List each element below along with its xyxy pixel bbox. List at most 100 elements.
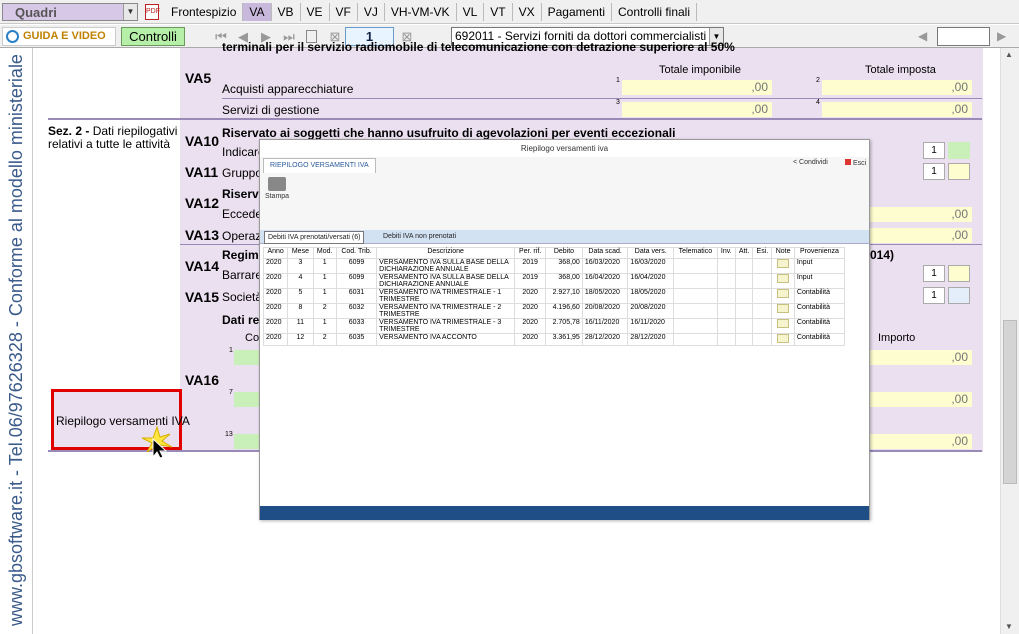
table-row[interactable]: 2020 5 1 6031 VERSAMENTO IVA TRIMESTRALE… bbox=[262, 288, 846, 304]
col-esi[interactable]: Esi. bbox=[752, 247, 773, 259]
tab-pagamenti[interactable]: Pagamenti bbox=[542, 3, 612, 21]
search-icon bbox=[6, 30, 19, 43]
va10-checkbox[interactable] bbox=[948, 142, 970, 159]
controlli-button[interactable]: Controlli bbox=[121, 27, 185, 46]
va15-checkbox[interactable] bbox=[948, 287, 970, 304]
cell-vers: 20/08/2020 bbox=[627, 303, 675, 319]
tab-vj[interactable]: VJ bbox=[358, 3, 385, 21]
va5-field-2[interactable]: ,00 bbox=[822, 80, 972, 95]
cell-esi bbox=[752, 258, 773, 274]
chevron-down-icon[interactable]: ▼ bbox=[123, 4, 137, 20]
scroll-down-icon[interactable]: ▼ bbox=[1005, 622, 1013, 631]
cell-note bbox=[771, 303, 795, 319]
col-mod[interactable]: Mod. bbox=[312, 247, 337, 259]
cell-cod: 6032 bbox=[335, 303, 378, 319]
divider bbox=[222, 98, 982, 99]
note-icon[interactable] bbox=[777, 319, 790, 328]
tab-vt[interactable]: VT bbox=[484, 3, 513, 21]
table-row[interactable]: 2020 11 1 6033 VERSAMENTO IVA TRIMESTRAL… bbox=[262, 318, 846, 334]
va5-field-1[interactable]: ,00 bbox=[622, 80, 772, 95]
col-per-rif[interactable]: Per. rif. bbox=[514, 247, 547, 259]
table-row[interactable]: 2020 4 1 6099 VERSAMENTO IVA SULLA BASE … bbox=[262, 273, 846, 289]
tab-prenotati[interactable]: Debiti IVA prenotati/versati (6) bbox=[264, 231, 365, 244]
tab-vl[interactable]: VL bbox=[457, 3, 485, 21]
table-row[interactable]: 2020 3 1 6099 VERSAMENTO IVA SULLA BASE … bbox=[262, 258, 846, 274]
cell-note bbox=[771, 333, 795, 346]
va11-code: VA11 bbox=[185, 164, 219, 180]
col-note[interactable]: Note bbox=[771, 247, 795, 259]
tab-controlli-finali[interactable]: Controlli finali bbox=[612, 3, 698, 21]
cell-scad: 20/08/2020 bbox=[581, 303, 629, 319]
col-att[interactable]: Att. bbox=[734, 247, 754, 259]
cell-prov: Input bbox=[793, 258, 846, 274]
cell-note bbox=[771, 273, 795, 289]
cell-anno: 2020 bbox=[262, 303, 289, 319]
cell-mese: 12 bbox=[287, 333, 314, 346]
quadri-dropdown[interactable]: Quadri ▼ bbox=[2, 3, 138, 21]
tab-vh-vm-vk[interactable]: VH-VM-VK bbox=[385, 3, 457, 21]
va5-field-4[interactable]: ,00 bbox=[822, 102, 972, 117]
tab-va[interactable]: VA bbox=[243, 3, 272, 21]
scroll-right-icon[interactable]: ▶ bbox=[997, 29, 1006, 43]
cell-scad: 16/11/2020 bbox=[581, 318, 629, 334]
va5-field-3[interactable]: ,00 bbox=[622, 102, 772, 117]
tab-vb[interactable]: VB bbox=[272, 3, 301, 21]
esci-button[interactable]: Esci bbox=[845, 159, 866, 167]
va15-box-number: 1 bbox=[923, 287, 945, 304]
condividi-button[interactable]: < Condividi bbox=[793, 159, 828, 166]
scroll-up-icon[interactable]: ▲ bbox=[1005, 50, 1013, 59]
col-cod-trib[interactable]: Cod. Trib. bbox=[335, 247, 378, 259]
table-row[interactable]: 2020 8 2 6032 VERSAMENTO IVA TRIMESTRALE… bbox=[262, 303, 846, 319]
col-data-vers[interactable]: Data vers. bbox=[627, 247, 675, 259]
col-data-scad[interactable]: Data scad. bbox=[581, 247, 629, 259]
cell-att bbox=[734, 318, 754, 334]
va16-col-co: Co bbox=[245, 332, 260, 344]
scroll-left-icon[interactable]: ◀ bbox=[918, 29, 927, 43]
versamenti-table: Anno Mese Mod. Cod. Trib. Descrizione Pe… bbox=[262, 247, 846, 346]
va15-label: Società bbox=[222, 290, 263, 304]
va16-code-field-13[interactable] bbox=[234, 434, 260, 449]
cell-debito: 368,00 bbox=[545, 258, 583, 274]
pdf-icon[interactable]: PDF bbox=[145, 4, 160, 20]
table-row[interactable]: 2020 12 2 6035 VERSAMENTO IVA ACCONTO 20… bbox=[262, 333, 846, 346]
goto-field[interactable] bbox=[937, 27, 990, 46]
col-provenienza[interactable]: Provenienza bbox=[793, 247, 846, 259]
tab-ve[interactable]: VE bbox=[301, 3, 330, 21]
va5-n4: 4 bbox=[816, 99, 820, 106]
col-debito[interactable]: Debito bbox=[545, 247, 583, 259]
tab-non-prenotati[interactable]: Debiti IVA non prenotati bbox=[380, 231, 459, 244]
cell-note bbox=[771, 258, 795, 274]
note-icon[interactable] bbox=[777, 259, 790, 268]
note-icon[interactable] bbox=[777, 304, 790, 313]
tab-frontespizio[interactable]: Frontespizio bbox=[165, 3, 244, 21]
va16-code-field-1[interactable] bbox=[234, 350, 260, 365]
tab-vf[interactable]: VF bbox=[330, 3, 358, 21]
tab-vx[interactable]: VX bbox=[513, 3, 542, 21]
cell-scad: 16/03/2020 bbox=[581, 258, 629, 274]
cell-debito: 3.361,95 bbox=[545, 333, 583, 346]
col-mese[interactable]: Mese bbox=[287, 247, 314, 259]
note-icon[interactable] bbox=[777, 289, 790, 298]
scrollbar-thumb[interactable] bbox=[1003, 320, 1017, 484]
va15-code: VA15 bbox=[185, 289, 219, 305]
guida-e-video-button[interactable]: GUIDA E VIDEO bbox=[2, 27, 116, 46]
col-descrizione[interactable]: Descrizione bbox=[376, 247, 516, 259]
note-icon[interactable] bbox=[777, 274, 790, 283]
ribbon-tab[interactable]: RIEPILOGO VERSAMENTI IVA bbox=[263, 158, 376, 173]
col-inv[interactable]: Inv. bbox=[716, 247, 736, 259]
note-icon[interactable] bbox=[777, 334, 790, 343]
vertical-scrollbar[interactable]: ▲ ▼ bbox=[1000, 48, 1019, 634]
va14-checkbox[interactable] bbox=[948, 265, 970, 282]
col-telematico[interactable]: Telematico bbox=[673, 247, 718, 259]
va5-row1-label: Acquisti apparecchiature bbox=[222, 82, 354, 96]
cell-prov: Contabilità bbox=[793, 333, 846, 346]
section-divider bbox=[48, 118, 982, 120]
va16-code-field-7[interactable] bbox=[234, 392, 260, 407]
cell-per: 2019 bbox=[514, 273, 547, 289]
col-anno[interactable]: Anno bbox=[262, 247, 289, 259]
cell-cod: 6031 bbox=[335, 288, 378, 304]
cell-per: 2020 bbox=[514, 303, 547, 319]
va11-checkbox[interactable] bbox=[948, 163, 970, 180]
cell-debito: 368,00 bbox=[545, 273, 583, 289]
stampa-button[interactable]: Stampa bbox=[264, 177, 290, 200]
